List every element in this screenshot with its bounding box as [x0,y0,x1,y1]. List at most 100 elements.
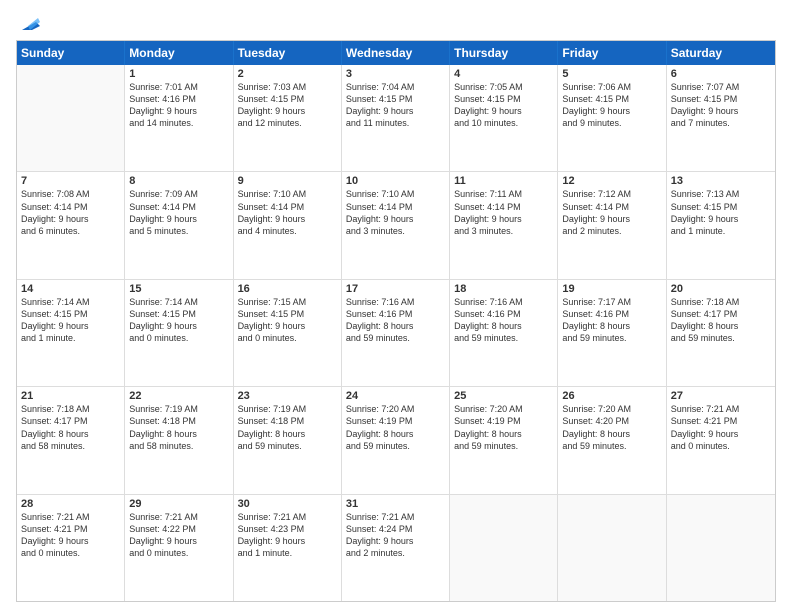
cell-line: Daylight: 9 hours [346,535,445,547]
day-cell-27: 27Sunrise: 7:21 AMSunset: 4:21 PMDayligh… [667,387,775,493]
cell-line: Daylight: 9 hours [671,105,771,117]
cell-line: Sunset: 4:22 PM [129,523,228,535]
cell-line: Sunrise: 7:15 AM [238,296,337,308]
cell-line: Daylight: 9 hours [21,213,120,225]
day-cell-14: 14Sunrise: 7:14 AMSunset: 4:15 PMDayligh… [17,280,125,386]
cell-line: Sunset: 4:23 PM [238,523,337,535]
cell-line: Daylight: 8 hours [346,320,445,332]
cell-line: Sunset: 4:15 PM [454,93,553,105]
day-cell-3: 3Sunrise: 7:04 AMSunset: 4:15 PMDaylight… [342,65,450,171]
day-number: 31 [346,498,445,510]
cell-line: Sunrise: 7:21 AM [346,511,445,523]
cell-line: Daylight: 9 hours [129,105,228,117]
day-number: 1 [129,68,228,80]
page: SundayMondayTuesdayWednesdayThursdayFrid… [0,0,792,612]
day-number: 25 [454,390,553,402]
day-number: 20 [671,283,771,295]
cell-line: Sunset: 4:24 PM [346,523,445,535]
calendar-row-4: 28Sunrise: 7:21 AMSunset: 4:21 PMDayligh… [17,495,775,601]
cell-line: Sunrise: 7:18 AM [21,403,120,415]
day-cell-12: 12Sunrise: 7:12 AMSunset: 4:14 PMDayligh… [558,172,666,278]
day-number: 8 [129,175,228,187]
calendar-row-0: 1Sunrise: 7:01 AMSunset: 4:16 PMDaylight… [17,65,775,172]
cell-line: and 58 minutes. [21,440,120,452]
cell-line: Daylight: 9 hours [21,320,120,332]
cell-line: and 9 minutes. [562,117,661,129]
day-number: 18 [454,283,553,295]
cell-line: Sunrise: 7:14 AM [129,296,228,308]
cell-line: Sunset: 4:16 PM [562,308,661,320]
cell-line: Daylight: 8 hours [21,428,120,440]
day-number: 17 [346,283,445,295]
weekday-header-saturday: Saturday [667,41,775,65]
cell-line: and 59 minutes. [454,332,553,344]
cell-line: Sunset: 4:19 PM [346,415,445,427]
cell-line: and 59 minutes. [562,332,661,344]
cell-line: Sunrise: 7:12 AM [562,188,661,200]
day-number: 22 [129,390,228,402]
cell-line: Sunrise: 7:20 AM [346,403,445,415]
day-number: 19 [562,283,661,295]
day-number: 16 [238,283,337,295]
cell-line: Sunset: 4:14 PM [562,201,661,213]
day-cell-11: 11Sunrise: 7:11 AMSunset: 4:14 PMDayligh… [450,172,558,278]
day-cell-5: 5Sunrise: 7:06 AMSunset: 4:15 PMDaylight… [558,65,666,171]
cell-line: and 5 minutes. [129,225,228,237]
cell-line: and 59 minutes. [346,332,445,344]
day-number: 7 [21,175,120,187]
day-number: 5 [562,68,661,80]
day-number: 13 [671,175,771,187]
cell-line: Sunrise: 7:07 AM [671,81,771,93]
day-cell-17: 17Sunrise: 7:16 AMSunset: 4:16 PMDayligh… [342,280,450,386]
cell-line: Daylight: 9 hours [238,320,337,332]
cell-line: Sunset: 4:21 PM [671,415,771,427]
day-cell-19: 19Sunrise: 7:17 AMSunset: 4:16 PMDayligh… [558,280,666,386]
cell-line: Sunrise: 7:21 AM [671,403,771,415]
cell-line: Sunset: 4:14 PM [238,201,337,213]
day-number: 14 [21,283,120,295]
cell-line: Daylight: 9 hours [238,213,337,225]
cell-line: Sunset: 4:14 PM [129,201,228,213]
cell-line: and 3 minutes. [454,225,553,237]
day-number: 21 [21,390,120,402]
day-cell-28: 28Sunrise: 7:21 AMSunset: 4:21 PMDayligh… [17,495,125,601]
cell-line: Sunset: 4:16 PM [454,308,553,320]
weekday-header-monday: Monday [125,41,233,65]
day-number: 26 [562,390,661,402]
cell-line: and 4 minutes. [238,225,337,237]
day-cell-10: 10Sunrise: 7:10 AMSunset: 4:14 PMDayligh… [342,172,450,278]
day-cell-29: 29Sunrise: 7:21 AMSunset: 4:22 PMDayligh… [125,495,233,601]
cell-line: Sunset: 4:14 PM [454,201,553,213]
cell-line: Sunset: 4:20 PM [562,415,661,427]
cell-line: Daylight: 9 hours [129,320,228,332]
day-number: 2 [238,68,337,80]
cell-line: and 7 minutes. [671,117,771,129]
cell-line: Sunrise: 7:21 AM [238,511,337,523]
cell-line: and 0 minutes. [238,332,337,344]
day-number: 4 [454,68,553,80]
weekday-header-wednesday: Wednesday [342,41,450,65]
cell-line: Sunset: 4:14 PM [346,201,445,213]
cell-line: and 0 minutes. [21,547,120,559]
cell-line: and 12 minutes. [238,117,337,129]
cell-line: and 59 minutes. [238,440,337,452]
cell-line: and 10 minutes. [454,117,553,129]
cell-line: Sunset: 4:15 PM [238,308,337,320]
day-cell-24: 24Sunrise: 7:20 AMSunset: 4:19 PMDayligh… [342,387,450,493]
day-number: 29 [129,498,228,510]
cell-line: Sunrise: 7:11 AM [454,188,553,200]
day-cell-6: 6Sunrise: 7:07 AMSunset: 4:15 PMDaylight… [667,65,775,171]
weekday-header-sunday: Sunday [17,41,125,65]
cell-line: Sunrise: 7:01 AM [129,81,228,93]
cell-line: and 11 minutes. [346,117,445,129]
cell-line: Daylight: 9 hours [129,535,228,547]
cell-line: Sunset: 4:15 PM [129,308,228,320]
cell-line: Sunset: 4:17 PM [671,308,771,320]
day-number: 10 [346,175,445,187]
cell-line: Sunrise: 7:08 AM [21,188,120,200]
day-cell-22: 22Sunrise: 7:19 AMSunset: 4:18 PMDayligh… [125,387,233,493]
cell-line: and 59 minutes. [671,332,771,344]
calendar: SundayMondayTuesdayWednesdayThursdayFrid… [16,40,776,602]
cell-line: Sunrise: 7:21 AM [21,511,120,523]
empty-cell-0-0 [17,65,125,171]
